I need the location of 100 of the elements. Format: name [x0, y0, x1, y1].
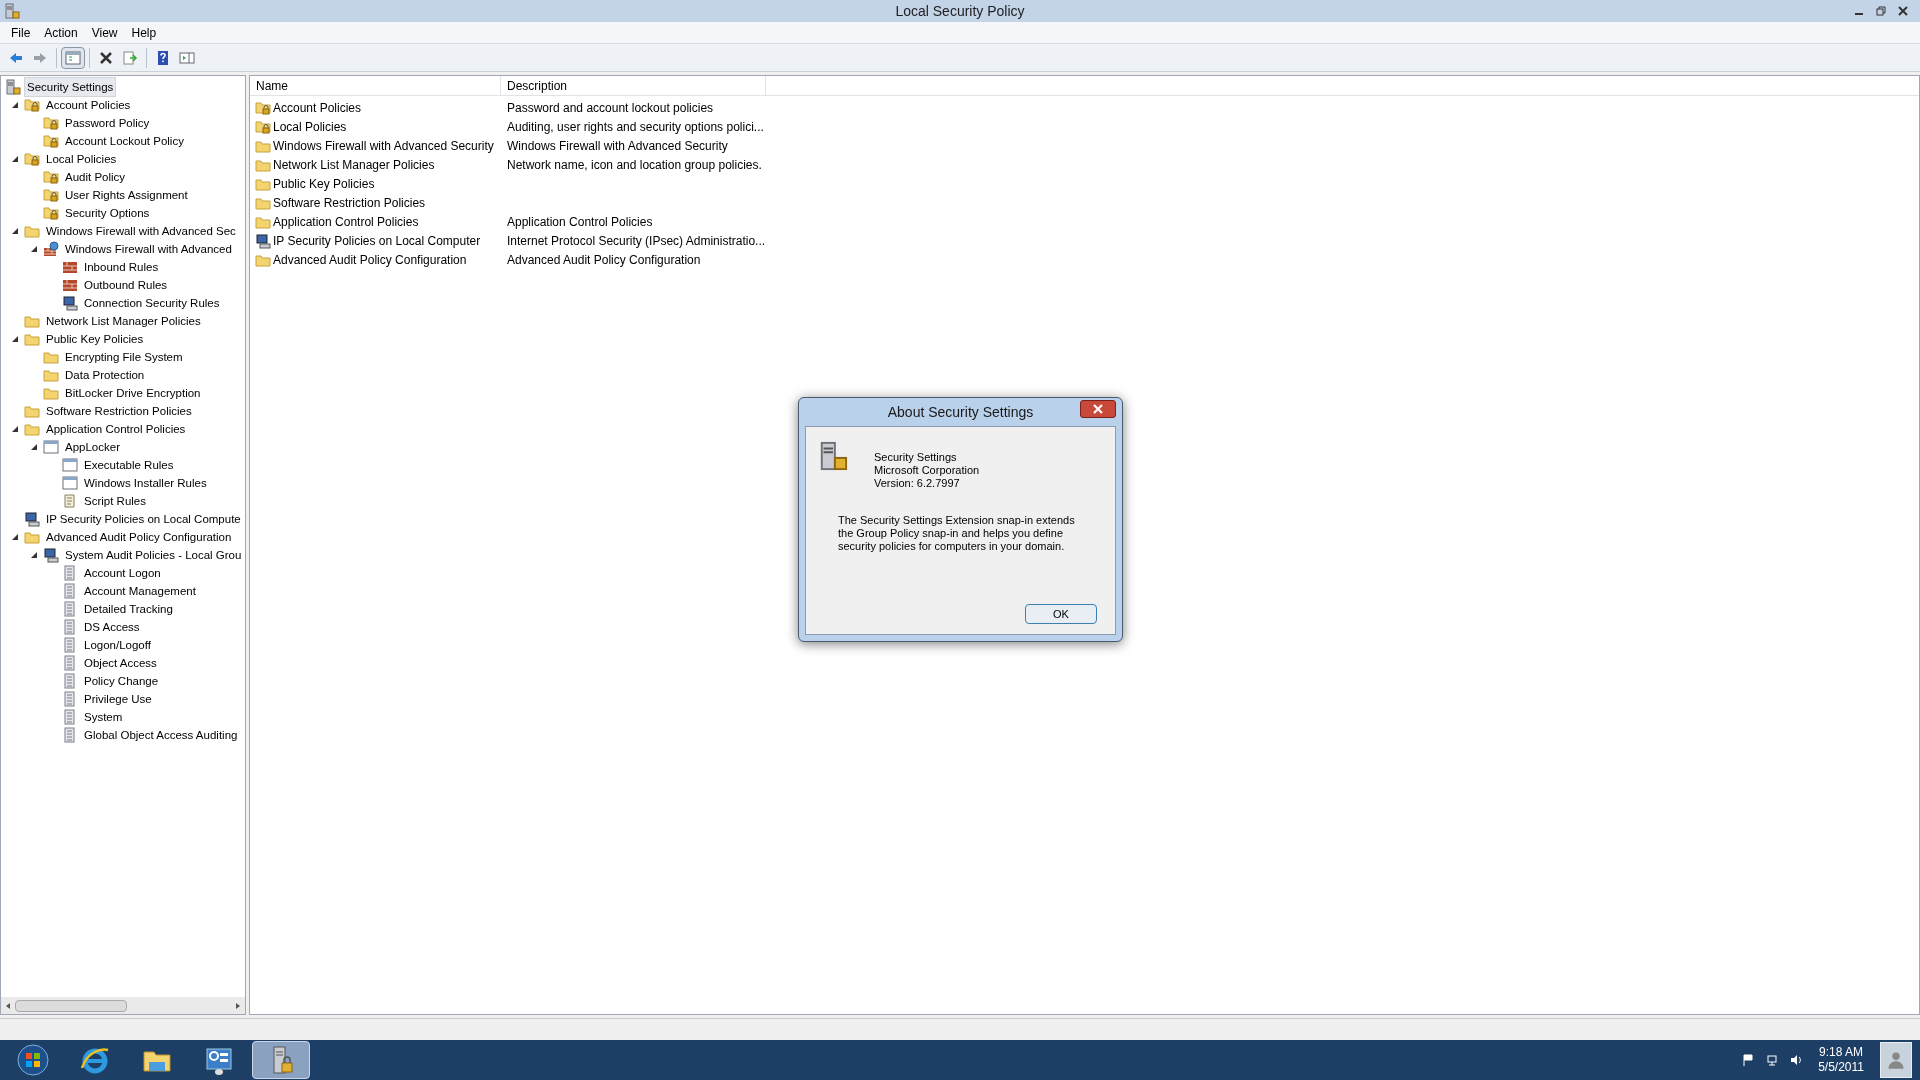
- folder-icon: [24, 403, 40, 419]
- clock-date: 5/5/2011: [1818, 1060, 1864, 1075]
- expanded-triangle-icon[interactable]: [11, 155, 19, 163]
- tree-item[interactable]: Security Settings: [24, 77, 117, 97]
- tree-item[interactable]: Global Object Access Auditing: [81, 725, 241, 745]
- list-item-name[interactable]: Public Key Policies: [273, 174, 375, 193]
- clock[interactable]: 9:18 AM 5/5/2011: [1814, 1045, 1868, 1075]
- column-header[interactable]: Description: [501, 76, 766, 95]
- tree-item[interactable]: Encrypting File System: [62, 347, 186, 367]
- tree-item[interactable]: Application Control Policies: [43, 419, 189, 439]
- tree-item[interactable]: Windows Installer Rules: [81, 473, 210, 493]
- product-name: Security Settings: [874, 451, 958, 464]
- policy-icon: [62, 583, 78, 599]
- folder-icon: [43, 385, 59, 401]
- list-item-name[interactable]: Software Restriction Policies: [273, 193, 426, 212]
- tree-item[interactable]: Network List Manager Policies: [43, 311, 204, 331]
- flag-icon[interactable]: [1742, 1054, 1755, 1066]
- tree-item[interactable]: Object Access: [81, 653, 160, 673]
- list-item-description: Auditing, user rights and security options polici...: [506, 118, 764, 136]
- policy-icon: [62, 655, 78, 671]
- tree-item[interactable]: Public Key Policies: [43, 329, 147, 349]
- tree-item[interactable]: Account Lockout Policy: [62, 131, 187, 151]
- tree-item[interactable]: AppLocker: [62, 437, 123, 457]
- policy-icon: [62, 691, 78, 707]
- tree-item[interactable]: Advanced Audit Policy Configuration: [43, 527, 235, 547]
- computer-icon: [62, 295, 78, 311]
- menu-item[interactable]: View: [84, 23, 125, 42]
- policy-icon: [62, 673, 78, 689]
- policy-icon: [62, 637, 78, 653]
- tree-item[interactable]: Windows Firewall with Advanced Sec: [43, 221, 239, 241]
- tree-item[interactable]: Data Protection: [62, 365, 148, 385]
- window-icon: [43, 439, 59, 455]
- menu-item[interactable]: Action: [37, 23, 85, 42]
- expanded-triangle-icon[interactable]: [11, 425, 19, 433]
- list-item-name[interactable]: IP Security Policies on Local Computer: [273, 231, 481, 250]
- horizontal-scrollbar[interactable]: [1, 997, 245, 1014]
- list-item-description: Password and account lockout policies: [506, 99, 714, 117]
- speaker-icon[interactable]: [1790, 1054, 1803, 1066]
- menu-item[interactable]: File: [4, 23, 38, 42]
- tree-item[interactable]: User Rights Assignment: [62, 185, 191, 205]
- show-desktop-button[interactable]: [1880, 1042, 1912, 1078]
- menu-item[interactable]: Help: [124, 23, 164, 42]
- expanded-triangle-icon[interactable]: [11, 335, 19, 343]
- list-item-name[interactable]: Local Policies: [273, 117, 347, 136]
- expanded-triangle-icon[interactable]: [11, 101, 19, 109]
- tree-item[interactable]: Script Rules: [81, 491, 149, 511]
- tree-item[interactable]: Audit Policy: [62, 167, 129, 187]
- list-item-description: Windows Firewall with Advanced Security: [506, 137, 728, 155]
- folder-icon: [43, 367, 59, 383]
- scroll-left-arrow-icon[interactable]: [5, 1001, 11, 1010]
- user-silhouette-icon: [1886, 1050, 1906, 1070]
- tree-item[interactable]: Security Options: [62, 203, 153, 223]
- locked-folder-icon: [255, 99, 271, 116]
- tree-item[interactable]: Account Management: [81, 581, 199, 601]
- tree-item[interactable]: Account Policies: [43, 95, 134, 115]
- tree-item[interactable]: Connection Security Rules: [81, 293, 223, 313]
- list-item-name[interactable]: Windows Firewall with Advanced Security: [273, 136, 494, 155]
- tree-item[interactable]: Outbound Rules: [81, 275, 171, 295]
- locked-folder-icon: [43, 205, 59, 221]
- locked-folder-icon: [24, 97, 40, 113]
- tree-item[interactable]: Executable Rules: [81, 455, 177, 475]
- column-header[interactable]: Name: [250, 76, 501, 95]
- tree-item[interactable]: Policy Change: [81, 671, 162, 691]
- console-tree-icon[interactable]: [61, 46, 85, 69]
- tree-item[interactable]: Windows Firewall with Advanced: [62, 239, 235, 259]
- tree-item[interactable]: Account Logon: [81, 563, 164, 583]
- tree-item[interactable]: Detailed Tracking: [81, 599, 176, 619]
- expanded-triangle-icon[interactable]: [11, 533, 19, 541]
- tree-item[interactable]: DS Access: [81, 617, 143, 637]
- folder-icon: [24, 529, 40, 545]
- start-orb-icon: [17, 1044, 49, 1076]
- tree-item[interactable]: System Audit Policies - Local Grou: [62, 545, 245, 565]
- expanded-triangle-icon[interactable]: [30, 245, 38, 253]
- folder-icon: [24, 313, 40, 329]
- restore-icon[interactable]: [1876, 6, 1886, 16]
- tree-item[interactable]: Software Restriction Policies: [43, 401, 195, 421]
- close-button[interactable]: [1080, 400, 1116, 418]
- scroll-right-arrow-icon[interactable]: [235, 1001, 241, 1010]
- list-item-name[interactable]: Account Policies: [273, 98, 362, 117]
- tree-item[interactable]: BitLocker Drive Encryption: [62, 383, 204, 403]
- expanded-triangle-icon[interactable]: [30, 443, 38, 451]
- tree-item[interactable]: Logon/Logoff: [81, 635, 154, 655]
- tree-item[interactable]: Password Policy: [62, 113, 153, 133]
- expanded-triangle-icon[interactable]: [11, 227, 19, 235]
- network-icon[interactable]: [1766, 1054, 1779, 1066]
- tree-item[interactable]: Local Policies: [43, 149, 120, 169]
- ok-button[interactable]: OK: [1025, 604, 1097, 624]
- close-icon[interactable]: [1898, 6, 1908, 16]
- tree-item[interactable]: Inbound Rules: [81, 257, 162, 277]
- brick-wall-icon: [62, 277, 78, 293]
- list-item-name[interactable]: Application Control Policies: [273, 212, 419, 231]
- tree-item[interactable]: System: [81, 707, 126, 727]
- tree-item[interactable]: Privilege Use: [81, 689, 155, 709]
- list-item-name[interactable]: Advanced Audit Policy Configuration: [273, 250, 467, 269]
- company-name: Microsoft Corporation: [874, 464, 980, 477]
- list-item-name[interactable]: Network List Manager Policies: [273, 155, 435, 174]
- tree-item[interactable]: IP Security Policies on Local Compute: [43, 509, 244, 529]
- policy-icon: [62, 565, 78, 581]
- description-text: The Security Settings Extension snap-in extends the Group Policy snap-in and helps you define security policies for computers in your domain.: [837, 514, 1076, 553]
- expanded-triangle-icon[interactable]: [30, 551, 38, 559]
